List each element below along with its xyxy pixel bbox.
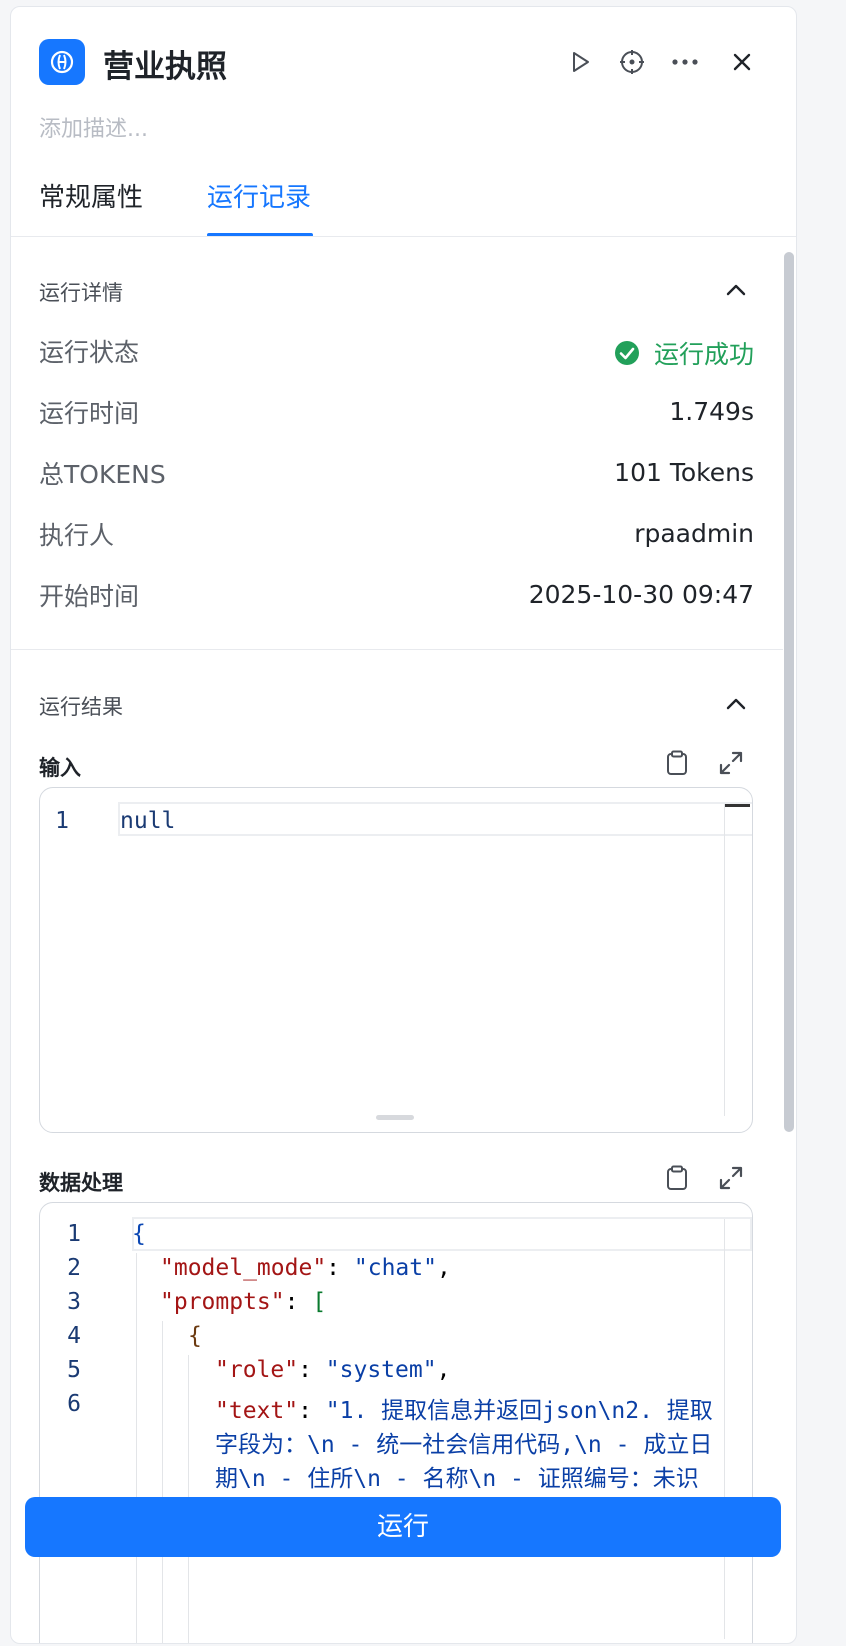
line-number: 2 [67, 1255, 81, 1281]
line-number: 3 [67, 1289, 81, 1315]
code-line: "prompts": [ [160, 1289, 327, 1315]
expand-processing-icon[interactable] [716, 1163, 746, 1193]
close-icon[interactable] [725, 45, 759, 79]
section-divider [11, 649, 783, 650]
status-label: 运行状态 [39, 338, 140, 367]
code-line: null [120, 808, 176, 834]
run-result-heading: 运行结果 [39, 695, 123, 719]
start-time-value: 2025-10-30 09:47 [528, 580, 754, 609]
code-line-wrapped: 期\n - 住所\n - 名称\n - 证照编号：未识 [215, 1466, 699, 1492]
description-input[interactable]: 添加描述... [39, 111, 148, 143]
line-number: 4 [67, 1323, 81, 1349]
indent-guide [162, 1321, 163, 1643]
code-line: { [132, 1221, 146, 1247]
code-line: { [188, 1323, 202, 1349]
executor-label: 执行人 [39, 521, 115, 550]
status-value: 运行成功 [614, 335, 754, 371]
collapse-run-result-icon[interactable] [721, 689, 751, 719]
code-line: "role": "system", [215, 1357, 451, 1383]
run-time-value: 1.749s [669, 397, 754, 426]
input-code-editor[interactable]: 1 null [39, 787, 753, 1133]
tokens-value: 101 Tokens [614, 458, 754, 487]
code-line-wrapped: 字段为：\n - 统一社会信用代码,\n - 成立日 [215, 1432, 713, 1458]
overview-ruler-marker [724, 804, 750, 807]
panel-header: 营业执照 添加描述... 常规属性 运行记录 [11, 7, 796, 237]
run-button[interactable]: 运行 [25, 1497, 781, 1557]
resize-handle[interactable] [376, 1115, 414, 1120]
run-icon[interactable] [563, 45, 597, 79]
start-time-label: 开始时间 [39, 582, 140, 611]
expand-input-icon[interactable] [716, 748, 746, 778]
line-number: 1 [55, 808, 69, 834]
processing-code-editor[interactable]: 1 2 3 4 5 6 { "model_mode": "chat", "pro… [39, 1202, 753, 1643]
overview-ruler [724, 804, 725, 1116]
tokens-label: 总TOKENS [39, 460, 166, 489]
scrollbar[interactable] [784, 252, 794, 1132]
line-number: 5 [67, 1357, 81, 1383]
run-time-label: 运行时间 [39, 399, 140, 428]
line-number: 6 [67, 1391, 81, 1417]
indent-guide [136, 1253, 137, 1643]
data-processing-heading: 数据处理 [39, 1171, 123, 1195]
copy-input-icon[interactable] [662, 748, 692, 778]
node-panel: 营业执照 添加描述... 常规属性 运行记录 运行详情 运行状态 运行成功 运行… [10, 6, 797, 1644]
executor-value: rpaadmin [634, 519, 754, 548]
overview-ruler [724, 1219, 725, 1639]
current-line-highlight [132, 1217, 752, 1251]
app-logo-icon [39, 39, 85, 85]
code-line: "text": "1. 提取信息并返回json\n2. 提取 [215, 1398, 713, 1424]
collapse-run-details-icon[interactable] [721, 275, 751, 305]
page-title: 营业执照 [103, 49, 227, 85]
current-line-highlight [118, 802, 752, 836]
locate-icon[interactable] [615, 45, 649, 79]
tab-divider [11, 236, 796, 237]
code-line: "model_mode": "chat", [160, 1255, 451, 1281]
line-number: 1 [67, 1221, 81, 1247]
tab-run-records[interactable]: 运行记录 [207, 177, 311, 214]
more-icon[interactable] [668, 45, 702, 79]
tab-general-properties[interactable]: 常规属性 [39, 177, 143, 214]
input-heading: 输入 [39, 756, 81, 780]
success-check-icon [614, 341, 639, 365]
run-details-heading: 运行详情 [39, 281, 123, 305]
copy-processing-icon[interactable] [662, 1163, 692, 1193]
status-text: 运行成功 [653, 340, 754, 369]
